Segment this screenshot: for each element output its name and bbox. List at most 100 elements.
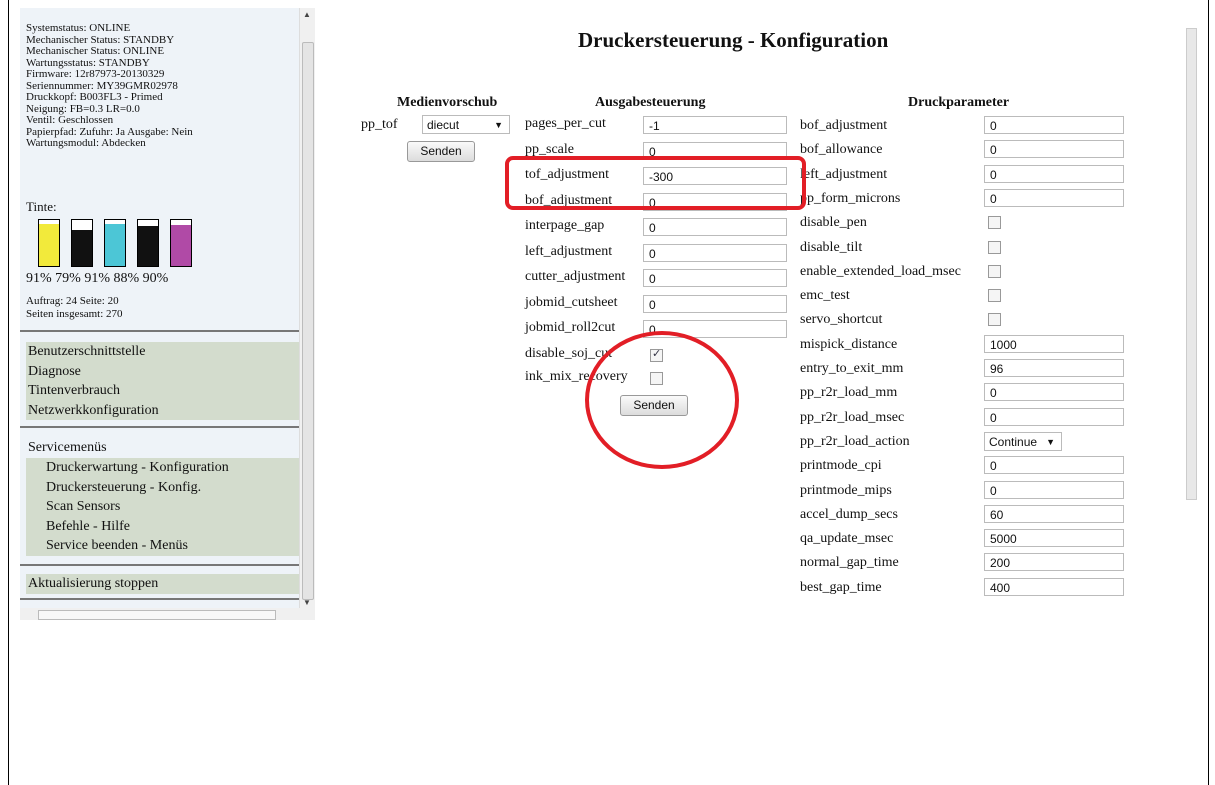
main-vertical-scrollbar[interactable] bbox=[1183, 8, 1198, 620]
param-label: bof_adjustment bbox=[800, 118, 888, 133]
select-dropdown[interactable]: Continue ▼ bbox=[984, 431, 1062, 451]
field-label: tof_adjustment bbox=[525, 167, 609, 182]
scroll-thumb[interactable] bbox=[1186, 28, 1197, 500]
checkbox[interactable] bbox=[650, 372, 663, 385]
checkbox[interactable] bbox=[988, 264, 1001, 278]
service-menu-item[interactable]: Service beenden - Menüs bbox=[26, 536, 300, 556]
text-input[interactable]: 0 bbox=[984, 383, 1124, 402]
service-menu-item[interactable]: Druckersteuerung - Konfig. bbox=[26, 478, 300, 498]
page-title: Druckersteuerung - Konfiguration bbox=[578, 28, 889, 52]
media-send-button[interactable]: Senden bbox=[407, 141, 475, 162]
status-line: Systemstatus: ONLINE bbox=[26, 22, 131, 34]
scroll-down-icon[interactable]: ▼ bbox=[303, 598, 311, 607]
text-input[interactable]: 5000 bbox=[984, 529, 1124, 548]
output-send-button[interactable]: Senden bbox=[620, 395, 688, 416]
divider bbox=[20, 564, 300, 566]
stop-menu: Aktualisierung stoppen bbox=[26, 574, 300, 594]
param-label: left_adjustment bbox=[800, 166, 888, 182]
checkbox[interactable] bbox=[988, 313, 1001, 327]
param-label: printmode_mips bbox=[800, 482, 892, 498]
param-label: mispick_distance bbox=[800, 336, 898, 352]
scroll-thumb[interactable] bbox=[38, 610, 276, 620]
ink-cartridge bbox=[137, 219, 159, 267]
text-input[interactable]: 0 bbox=[643, 294, 787, 313]
ink-cartridge bbox=[38, 219, 60, 267]
scroll-up-icon[interactable]: ▲ bbox=[303, 10, 311, 19]
field-label: bof_adjustment bbox=[525, 192, 613, 208]
menu-item[interactable]: Diagnose bbox=[26, 362, 300, 382]
checkbox[interactable] bbox=[988, 216, 1001, 230]
field-label: pp_scale bbox=[525, 141, 574, 157]
text-input[interactable]: 400 bbox=[984, 577, 1124, 596]
text-input[interactable]: 0 bbox=[984, 116, 1124, 134]
pp-tof-select-value: diecut bbox=[427, 118, 460, 132]
scroll-thumb[interactable] bbox=[302, 42, 314, 600]
text-input[interactable]: 0 bbox=[984, 456, 1124, 475]
status-line: Ventil: Geschlossen bbox=[26, 114, 114, 126]
select-value: Continue bbox=[989, 434, 1038, 449]
ink-level-fill bbox=[105, 224, 125, 266]
param-label: qa_update_msec bbox=[800, 531, 894, 547]
ink-percentages: 91% 79% 91% 88% 90% bbox=[26, 271, 169, 286]
text-input[interactable]: -300 bbox=[643, 167, 787, 185]
text-input[interactable]: 0 bbox=[643, 218, 787, 236]
media-feed-heading: Medienvorschub bbox=[397, 95, 498, 110]
text-input[interactable]: 0 bbox=[643, 243, 787, 262]
text-input[interactable]: 0 bbox=[643, 141, 787, 160]
text-input[interactable]: 1000 bbox=[984, 334, 1124, 353]
pp-tof-select[interactable]: diecut ▼ bbox=[422, 115, 510, 134]
chevron-down-icon: ▼ bbox=[1046, 436, 1055, 447]
job-info: Auftrag: 24 Seite: 20 Seiten insgesamt: … bbox=[26, 295, 123, 321]
print-params-heading: Druckparameter bbox=[908, 95, 1010, 110]
text-input[interactable]: 0 bbox=[984, 188, 1124, 207]
text-input[interactable]: 0 bbox=[984, 140, 1124, 159]
text-input[interactable]: -1 bbox=[643, 116, 787, 134]
ink-level-fill bbox=[171, 224, 191, 266]
param-label: disable_pen bbox=[800, 215, 867, 231]
chevron-down-icon: ▼ bbox=[494, 120, 503, 130]
field-label: cutter_adjustment bbox=[525, 269, 626, 284]
ink-cartridge bbox=[104, 219, 126, 267]
text-input[interactable]: 0 bbox=[984, 164, 1124, 183]
ink-level-fill bbox=[138, 225, 158, 266]
text-input[interactable]: 60 bbox=[984, 504, 1124, 523]
param-label: emc_test bbox=[800, 288, 850, 304]
menu-item[interactable]: Tintenverbrauch bbox=[26, 381, 300, 401]
menu-item[interactable]: Netzwerkkonfiguration bbox=[26, 401, 300, 421]
service-menu-item[interactable]: Druckerwartung - Konfiguration bbox=[26, 458, 300, 478]
output-control-heading: Ausgabesteuerung bbox=[595, 95, 706, 110]
status-sidebar-frame: Systemstatus: ONLINE Mechanischer Status:… bbox=[20, 8, 315, 620]
text-input[interactable]: 0 bbox=[643, 192, 787, 211]
service-menu-title-wrap: Servicemenüs bbox=[26, 438, 300, 458]
text-input[interactable]: 0 bbox=[984, 480, 1124, 499]
param-label: normal_gap_time bbox=[800, 555, 899, 571]
text-input[interactable]: 200 bbox=[984, 553, 1124, 572]
param-label: printmode_cpi bbox=[800, 458, 882, 474]
stop-refresh-link[interactable]: Aktualisierung stoppen bbox=[26, 574, 300, 594]
status-line: Druckkopf: B003FL3 - Primed bbox=[26, 91, 163, 103]
checkbox[interactable] bbox=[650, 347, 663, 362]
text-input[interactable]: 0 bbox=[643, 269, 787, 287]
sidebar-horizontal-scrollbar[interactable] bbox=[20, 608, 315, 620]
text-input[interactable]: 96 bbox=[984, 359, 1124, 377]
text-input[interactable]: 0 bbox=[643, 320, 787, 338]
service-menu-item[interactable]: Befehle - Hilfe bbox=[26, 517, 300, 537]
ink-level-fill bbox=[72, 229, 92, 266]
menu-item[interactable]: Benutzerschnittstelle bbox=[26, 342, 300, 362]
text-input[interactable]: 0 bbox=[984, 407, 1124, 426]
ink-title: Tinte: bbox=[26, 199, 57, 214]
service-menu-title: Servicemenüs bbox=[28, 440, 107, 455]
checkbox[interactable] bbox=[988, 289, 1001, 303]
field-label: pages_per_cut bbox=[525, 116, 606, 131]
service-menu-item[interactable]: Scan Sensors bbox=[26, 497, 300, 517]
field-label: interpage_gap bbox=[525, 218, 605, 233]
window-left-border bbox=[8, 0, 9, 785]
field-label: jobmid_cutsheet bbox=[525, 294, 618, 310]
param-label: bof_allowance bbox=[800, 142, 883, 158]
param-label: pp_form_microns bbox=[800, 190, 901, 206]
field-label: jobmid_roll2cut bbox=[525, 320, 616, 335]
param-label: pp_r2r_load_mm bbox=[800, 385, 898, 401]
sidebar-vertical-scrollbar[interactable]: ▲ ▼ bbox=[299, 8, 315, 608]
checkbox[interactable] bbox=[988, 240, 1001, 254]
ink-cartridge bbox=[71, 219, 93, 267]
